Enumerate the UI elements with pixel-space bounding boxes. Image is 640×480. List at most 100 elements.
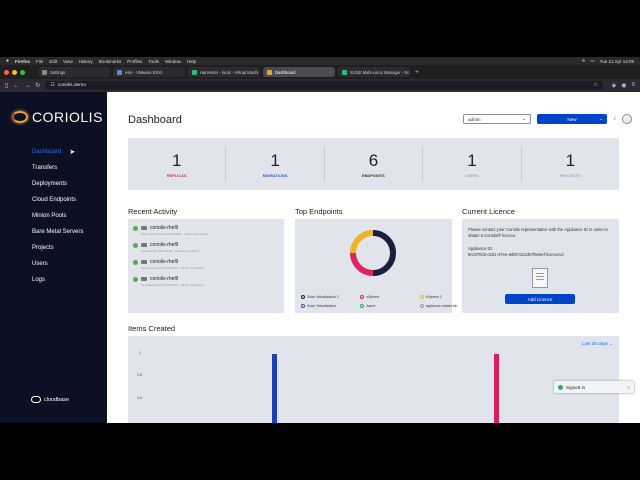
tab-suse-manager[interactable]: SUSE Multi-Linux Manager - Sc xyxy=(338,67,410,77)
close-tab-icon[interactable]: × xyxy=(329,70,331,75)
mac-menubar: ● Firefox File Edit View History Bookmar… xyxy=(0,57,640,65)
menu-history[interactable]: History xyxy=(79,59,93,64)
tab-dashboard[interactable]: Dashboard × xyxy=(263,67,335,77)
back-icon[interactable]: ← xyxy=(13,83,19,89)
tab-bar: Settings esxi - VMware ESXi Harvester - … xyxy=(0,65,640,79)
vm-icon xyxy=(141,226,147,230)
activity-item[interactable]: coriolis-rhel9 New deployment 8d7e8b91 -… xyxy=(133,276,204,287)
toolbar-icons: ◈ ◉ ≡ xyxy=(612,82,635,89)
menu-window[interactable]: Window xyxy=(165,59,181,64)
window-controls xyxy=(4,69,25,75)
menu-file[interactable]: File xyxy=(36,59,43,64)
sidebar-item-label: Minion Pools xyxy=(32,213,67,219)
menu-view[interactable]: View xyxy=(63,59,73,64)
cloudbase-logo[interactable]: cloudbase xyxy=(31,396,69,403)
licence-text: Please contact your Coriolis representat… xyxy=(468,227,608,238)
sidebar-item-label: Bare Metal Servers xyxy=(32,229,84,235)
tab-settings[interactable]: Settings xyxy=(38,67,110,77)
add-licence-button[interactable]: Add Licence xyxy=(505,294,575,304)
account-icon[interactable]: ◉ xyxy=(621,82,626,89)
stat-projects[interactable]: 1 PROJECTS xyxy=(522,147,619,181)
items-created-title: Items Created xyxy=(128,324,176,333)
activity-item[interactable]: coriolis-rhel9 New transfer 8d7e8b91 - s… xyxy=(133,242,198,253)
sidebar-item-label: Projects xyxy=(32,245,54,251)
activity-sub: New replica created 8d7e8b91 - status: c… xyxy=(141,232,208,236)
chart-bar-2[interactable] xyxy=(493,354,499,423)
user-avatar[interactable] xyxy=(622,114,632,124)
stat-users[interactable]: 1 USERS xyxy=(423,147,522,181)
url-field[interactable]: ☷ coriolis.demo ☆ xyxy=(45,81,603,90)
new-tab-icon[interactable]: + xyxy=(415,69,419,76)
clock[interactable]: Tue 21 Apr 14:09 xyxy=(600,59,634,64)
legend-dot-icon xyxy=(301,295,305,299)
legend-dot-icon xyxy=(360,295,365,299)
stat-label: REPLICAS xyxy=(166,173,187,178)
sidebar-toggle-icon[interactable]: ▯ xyxy=(5,82,8,89)
top-endpoints-panel: Suse Virtualization 2 vSphere vSphere 2 … xyxy=(295,219,457,313)
endpoints-donut-chart xyxy=(350,230,396,276)
tab-label: Harvester - local - Virtual Machi xyxy=(200,69,259,75)
date-range-select[interactable]: Last 30 days ⌄ xyxy=(582,341,613,347)
legend-dot-icon xyxy=(301,304,305,308)
bookmark-star-icon[interactable]: ☆ xyxy=(593,83,597,88)
check-icon xyxy=(133,242,138,248)
close-toast-icon[interactable]: × xyxy=(627,385,630,390)
appliance-id-value[interactable]: 8cc070cb-c5d1-47ee-8d00-521d67f6e6ef-lic… xyxy=(468,252,564,258)
sidebar-item-deployments[interactable]: Deployments xyxy=(0,176,107,192)
main-content: Dashboard admin ⌄ New ⌄ ♪ 1 REPLICAS 1 MIGRA… xyxy=(107,92,640,423)
sidebar-item-logs[interactable]: Logs xyxy=(0,272,107,288)
activity-name: coriolis-rhel9 xyxy=(150,242,179,248)
legend-label: vSphere xyxy=(366,295,380,299)
menu-app[interactable]: Firefox xyxy=(15,59,30,64)
stat-migrations[interactable]: 1 MIGRATIONS xyxy=(226,147,325,181)
minimize-window-icon[interactable] xyxy=(12,69,17,75)
notification-icon[interactable]: ♪ xyxy=(613,116,616,122)
sidebar-item-transfers[interactable]: Transfers xyxy=(0,160,107,176)
chevron-down-icon: ⌄ xyxy=(599,116,603,121)
menu-help[interactable]: Help xyxy=(187,59,196,64)
activity-item[interactable]: coriolis-rhel9 New replica created 8d7e8… xyxy=(133,225,208,236)
licence-document-icon xyxy=(532,268,548,288)
stat-replicas[interactable]: 1 REPLICAS xyxy=(128,147,227,181)
legend-label: Suse Virtualization 2 xyxy=(307,295,339,299)
coriolis-logo[interactable]: CORIOLIS xyxy=(12,109,103,125)
maximize-window-icon[interactable] xyxy=(20,69,25,75)
chart-bar-1[interactable] xyxy=(272,354,278,423)
menu-profiles[interactable]: Profiles xyxy=(127,59,142,64)
menu-bookmarks[interactable]: Bookmarks xyxy=(99,59,122,64)
sidebar-item-bare-metal-servers[interactable]: Bare Metal Servers xyxy=(0,224,107,240)
close-window-icon[interactable] xyxy=(4,69,9,75)
menu-icon[interactable]: ≡ xyxy=(631,82,635,89)
sidebar-item-dashboard[interactable]: Dashboard ➤ xyxy=(0,144,107,160)
recent-activity-panel: coriolis-rhel9 New replica created 8d7e8… xyxy=(128,219,284,313)
sidebar-item-users[interactable]: Users xyxy=(0,256,107,272)
y-tick-label: 0.6 xyxy=(137,396,142,400)
new-button[interactable]: New ⌄ xyxy=(537,114,607,124)
menu-tools[interactable]: Tools xyxy=(148,59,159,64)
tab-harvester[interactable]: Harvester - local - Virtual Machi xyxy=(188,67,260,77)
signed-in-toast[interactable]: Signed in × xyxy=(554,381,634,393)
apple-icon[interactable]: ● xyxy=(6,58,9,64)
wifi-icon[interactable]: ≋ xyxy=(582,58,586,64)
battery-icon[interactable]: ▭ xyxy=(590,58,594,64)
sidebar-item-label: Transfers xyxy=(32,165,58,171)
stat-label: ENDPOINTS xyxy=(362,173,385,178)
menu-edit[interactable]: Edit xyxy=(49,59,57,64)
project-select[interactable]: admin ⌄ xyxy=(463,114,531,124)
forward-icon[interactable]: → xyxy=(24,83,30,89)
items-created-panel: Last 30 days ⌄ 1 0.8 0.6 xyxy=(128,336,619,423)
legend-label: vSphere 2 xyxy=(425,295,442,299)
stat-endpoints[interactable]: 6 ENDPOINTS xyxy=(325,147,424,181)
coriolis-favicon-icon xyxy=(267,69,272,75)
activity-item[interactable]: coriolis-rhel9 New deployment 8d7e8b91 -… xyxy=(133,259,204,270)
tab-esxi[interactable]: esxi - VMware ESXi xyxy=(113,67,185,77)
sidebar-item-minion-pools[interactable]: Minion Pools xyxy=(0,208,107,224)
sidebar-item-projects[interactable]: Projects xyxy=(0,240,107,256)
pocket-icon[interactable]: ◈ xyxy=(612,82,617,89)
screen: ● Firefox File Edit View History Bookmar… xyxy=(0,57,640,423)
project-select-value: admin xyxy=(468,116,481,122)
vm-icon xyxy=(141,243,147,247)
reload-icon[interactable]: ↻ xyxy=(35,82,40,89)
sidebar-item-cloud-endpoints[interactable]: Cloud Endpoints xyxy=(0,192,107,208)
url-text: coriolis.demo xyxy=(57,83,86,88)
